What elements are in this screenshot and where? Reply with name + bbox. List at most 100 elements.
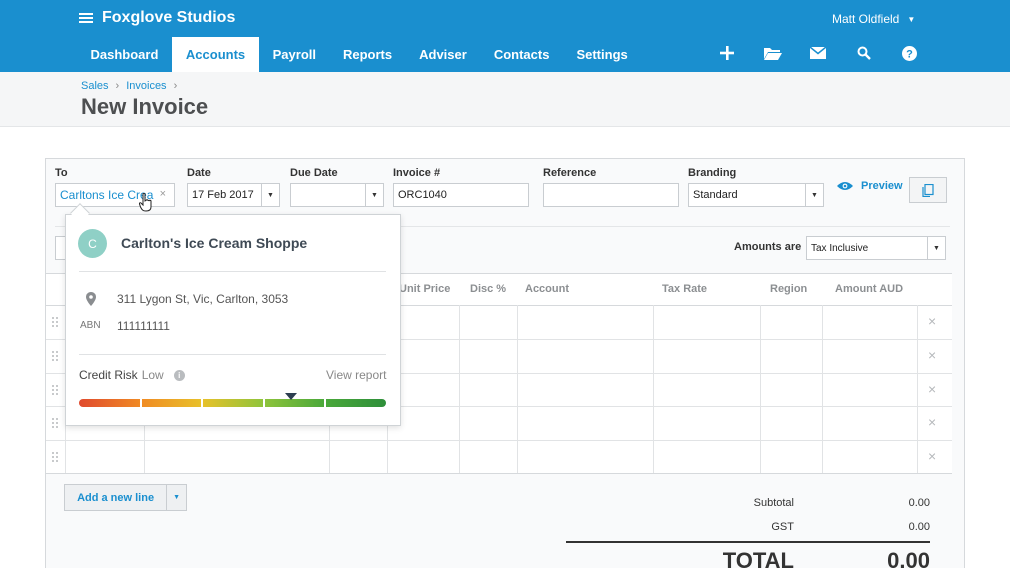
- due-date-label: Due Date: [290, 167, 338, 179]
- abn-value: 111111111: [117, 319, 170, 333]
- eye-icon: [837, 182, 853, 190]
- view-report-link[interactable]: View report: [326, 368, 386, 382]
- risk-bar-segment-divider: [201, 399, 203, 407]
- breadcrumb-sales[interactable]: Sales: [81, 80, 109, 92]
- mail-icon[interactable]: [807, 41, 829, 65]
- location-pin-icon: [86, 292, 96, 306]
- branding-label: Branding: [688, 167, 737, 179]
- due-date-field[interactable]: ▼: [290, 183, 384, 207]
- risk-bar-segment-divider: [140, 399, 142, 407]
- delete-row-icon[interactable]: ×: [928, 313, 936, 329]
- amounts-are-dropdown-icon[interactable]: ▼: [927, 237, 945, 259]
- help-icon[interactable]: ?: [898, 41, 920, 65]
- hand-cursor-icon: [139, 193, 152, 212]
- drag-handle-icon[interactable]: [52, 418, 58, 428]
- column-header-region: Region: [770, 283, 808, 295]
- user-menu[interactable]: Matt Oldfield ▼: [832, 12, 915, 26]
- drag-handle-icon[interactable]: [52, 351, 58, 361]
- column-divider: [917, 305, 918, 473]
- due-date-dropdown-icon[interactable]: ▼: [365, 184, 383, 206]
- credit-risk: Credit Risk Low i: [79, 368, 185, 382]
- add-line-button[interactable]: Add a new line: [65, 485, 166, 510]
- nav-payroll[interactable]: Payroll: [259, 37, 329, 72]
- invoice-number-label: Invoice #: [393, 167, 441, 179]
- date-label: Date: [187, 167, 211, 179]
- svg-text:?: ?: [906, 48, 913, 60]
- user-name: Matt Oldfield: [832, 12, 900, 26]
- subtotal-label: Subtotal: [753, 497, 794, 509]
- to-field[interactable]: Carltons Ice Crea ×: [55, 183, 175, 207]
- main-nav: Dashboard Accounts Payroll Reports Advis…: [77, 37, 641, 72]
- subtotal-value: 0.00: [908, 497, 930, 509]
- reference-label: Reference: [543, 167, 597, 179]
- abn-label: ABN: [80, 320, 101, 331]
- org-switcher[interactable]: Foxglove Studios: [79, 8, 235, 28]
- contact-address: 311 Lygon St, Vic, Carlton, 3053: [117, 292, 289, 306]
- date-field[interactable]: 17 Feb 2017 ▼: [187, 183, 280, 207]
- branding-value: Standard: [693, 189, 738, 201]
- row-divider: [46, 440, 952, 441]
- total-label: TOTAL: [722, 548, 794, 568]
- chevron-down-icon: ▼: [907, 14, 916, 24]
- nav-adviser[interactable]: Adviser: [406, 37, 481, 72]
- total-value: 0.00: [887, 548, 930, 568]
- search-icon[interactable]: [853, 41, 875, 65]
- folder-icon[interactable]: [762, 41, 784, 65]
- column-divider: [459, 305, 460, 473]
- branding-dropdown-icon[interactable]: ▼: [805, 184, 823, 206]
- credit-risk-bar: [79, 399, 386, 407]
- preview-label: Preview: [861, 180, 903, 192]
- breadcrumb-separator: ›: [115, 80, 120, 92]
- column-divider: [517, 305, 518, 473]
- delete-row-icon[interactable]: ×: [928, 448, 936, 464]
- plus-icon[interactable]: [716, 41, 738, 65]
- gst-value: 0.00: [908, 521, 930, 533]
- invoice-number-value: ORC1040: [398, 189, 447, 201]
- column-divider: [822, 305, 823, 473]
- info-icon[interactable]: i: [173, 369, 185, 381]
- to-label: To: [55, 167, 68, 179]
- nav-reports[interactable]: Reports: [330, 37, 406, 72]
- nav-icons: ?: [716, 41, 944, 65]
- add-line-dropdown-icon[interactable]: ▼: [166, 485, 186, 510]
- column-divider: [653, 305, 654, 473]
- nav-contacts[interactable]: Contacts: [480, 37, 563, 72]
- reference-field[interactable]: [543, 183, 679, 207]
- preview-link[interactable]: Preview: [837, 180, 903, 192]
- column-header-account: Account: [525, 283, 569, 295]
- risk-bar-segment-divider: [324, 399, 326, 407]
- copy-button[interactable]: [909, 177, 947, 203]
- column-header-tax-rate: Tax Rate: [662, 283, 708, 295]
- date-dropdown-icon[interactable]: ▼: [261, 184, 279, 206]
- credit-risk-level: Low: [141, 368, 164, 382]
- breadcrumb: Sales › Invoices ›: [81, 80, 184, 92]
- column-divider: [760, 305, 761, 473]
- invoice-number-field[interactable]: ORC1040: [393, 183, 529, 207]
- breadcrumb-invoices[interactable]: Invoices: [126, 80, 166, 92]
- credit-risk-marker: [284, 393, 297, 400]
- add-line-control: Add a new line ▼: [64, 484, 187, 511]
- nav-dashboard[interactable]: Dashboard: [77, 37, 172, 72]
- avatar: C: [78, 229, 107, 258]
- nav-settings[interactable]: Settings: [563, 37, 641, 72]
- gst-label: GST: [771, 521, 794, 533]
- drag-handle-icon[interactable]: [52, 452, 58, 462]
- amounts-are-select[interactable]: Tax Inclusive ▼: [806, 236, 946, 260]
- drag-handle-icon[interactable]: [52, 317, 58, 327]
- nav-accounts[interactable]: Accounts: [171, 37, 260, 72]
- date-value: 17 Feb 2017: [192, 189, 254, 201]
- delete-row-icon[interactable]: ×: [928, 414, 936, 430]
- column-header-unit-price: Unit Price: [399, 283, 451, 295]
- delete-row-icon[interactable]: ×: [928, 381, 936, 397]
- breadcrumb-separator: ›: [173, 80, 178, 92]
- popup-divider: [79, 271, 386, 272]
- org-name: Foxglove Studios: [102, 9, 236, 26]
- contact-name[interactable]: Carlton's Ice Cream Shoppe: [121, 235, 307, 251]
- drag-handle-icon[interactable]: [52, 385, 58, 395]
- page-title: New Invoice: [81, 94, 209, 119]
- delete-row-icon[interactable]: ×: [928, 347, 936, 363]
- popup-divider: [79, 354, 386, 355]
- branding-select[interactable]: Standard ▼: [688, 183, 824, 207]
- totals-rule: [566, 541, 930, 543]
- clear-icon[interactable]: ×: [160, 188, 166, 200]
